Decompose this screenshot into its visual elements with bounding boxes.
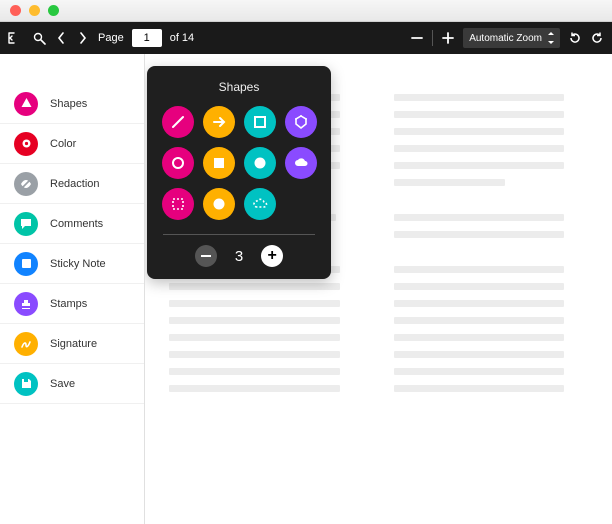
search-icon[interactable] [32, 31, 46, 45]
sidebar-item-label: Stamps [50, 298, 87, 310]
document-canvas: Shapes 3 + [145, 54, 612, 524]
comments-icon [14, 212, 38, 236]
stamps-icon [14, 292, 38, 316]
sidebar-item-label: Color [50, 138, 76, 150]
window-titlebar [0, 0, 612, 22]
sidebar-item-label: Save [50, 378, 75, 390]
decrease-button[interactable] [195, 245, 217, 267]
minimize-icon[interactable] [29, 5, 40, 16]
sidebar-item-label: Signature [50, 338, 97, 350]
sidebar-item-label: Sticky Note [50, 258, 106, 270]
zoom-icon[interactable] [48, 5, 59, 16]
shapes-icon [14, 92, 38, 116]
sidebar-toggle-button[interactable] [8, 31, 22, 45]
sidebar-item-save[interactable]: Save [0, 364, 144, 404]
rotate-cw-button[interactable] [590, 31, 604, 45]
sidebar-item-label: Comments [50, 218, 103, 230]
popover-title: Shapes [161, 80, 317, 94]
prev-page-button[interactable] [54, 31, 68, 45]
signature-icon [14, 332, 38, 356]
sidebar-item-shapes[interactable]: Shapes [0, 84, 144, 124]
sidebar-item-sticky-note[interactable]: Sticky Note [0, 244, 144, 284]
sidebar-item-comments[interactable]: Comments [0, 204, 144, 244]
sticky-note-icon [14, 252, 38, 276]
line-shape[interactable] [162, 106, 194, 138]
save-icon [14, 372, 38, 396]
stepper-value: 3 [235, 248, 243, 265]
square-filled-shape[interactable] [203, 147, 235, 179]
document-column [394, 94, 593, 402]
circle-blank-shape[interactable] [203, 188, 235, 220]
square-dashed-shape[interactable] [162, 188, 194, 220]
rotate-ccw-button[interactable] [568, 31, 582, 45]
next-page-button[interactable] [76, 31, 90, 45]
page-total-label: of 14 [170, 32, 194, 44]
shapes-popover: Shapes 3 + [147, 66, 331, 279]
circle-filled-shape[interactable] [244, 147, 276, 179]
zoom-out-button[interactable] [410, 31, 424, 45]
sidebar-item-redaction[interactable]: Redaction [0, 164, 144, 204]
sidebar-item-color[interactable]: Color [0, 124, 144, 164]
redaction-icon [14, 172, 38, 196]
square-outline-shape[interactable] [244, 106, 276, 138]
cloud-filled-shape[interactable] [285, 147, 317, 179]
sidebar: Shapes Color Redaction Comments Sticky Note S… [0, 54, 145, 524]
color-icon [14, 132, 38, 156]
page-number-input[interactable] [132, 29, 162, 47]
divider [432, 30, 433, 46]
close-icon[interactable] [10, 5, 21, 16]
top-toolbar: Page of 14 Automatic Zoom [0, 22, 612, 54]
sidebar-item-stamps[interactable]: Stamps [0, 284, 144, 324]
increase-button[interactable]: + [261, 245, 283, 267]
zoom-in-button[interactable] [441, 31, 455, 45]
circle-outline-shape[interactable] [162, 147, 194, 179]
zoom-level-select[interactable]: Automatic Zoom [463, 28, 560, 48]
polygon-shape[interactable] [285, 106, 317, 138]
arrow-shape[interactable] [203, 106, 235, 138]
divider [163, 234, 315, 235]
cloud-outline-shape[interactable] [244, 188, 276, 220]
sidebar-item-label: Shapes [50, 98, 87, 110]
page-label: Page [98, 32, 124, 44]
stroke-width-stepper: 3 + [161, 245, 317, 267]
sidebar-item-label: Redaction [50, 178, 100, 190]
sidebar-item-signature[interactable]: Signature [0, 324, 144, 364]
